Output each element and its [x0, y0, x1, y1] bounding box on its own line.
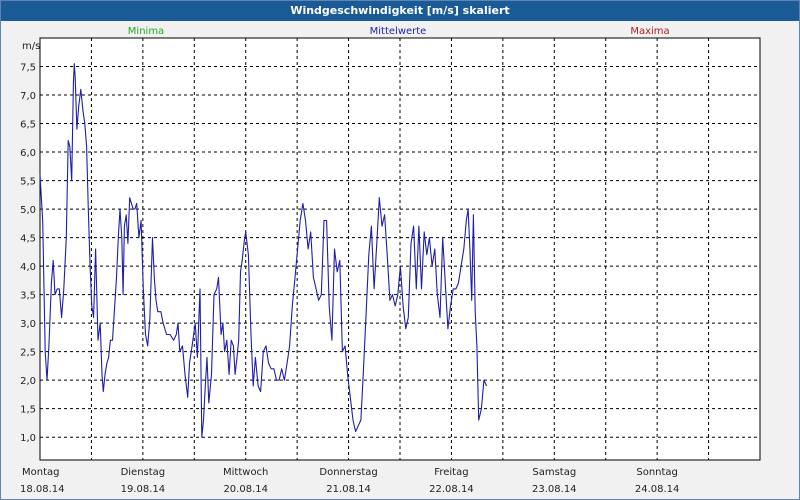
- x-tick-day: Freitag: [434, 467, 468, 478]
- y-tick-label: 7,5: [20, 63, 36, 74]
- y-tick-label: 4,0: [20, 262, 36, 273]
- legend: Minima Mittelwerte Maxima: [128, 26, 670, 37]
- y-tick-label: 7,0: [20, 91, 36, 102]
- x-tick-date: 18.08.14: [20, 484, 65, 495]
- x-tick-day: Mittwoch: [223, 467, 268, 478]
- x-tick-labels: Montag 18.08.14 Dienstag 19.08.14 Mittwoch 20…: [20, 467, 679, 495]
- y-tick-label: 6,0: [20, 148, 36, 159]
- y-tick-label: 3,0: [20, 319, 36, 330]
- x-tick-date: 24.08.14: [635, 484, 680, 495]
- x-tick-date: 20.08.14: [223, 484, 268, 495]
- y-tick-label: 6,5: [20, 120, 36, 131]
- y-tick-label: 5,5: [20, 177, 36, 188]
- y-tick-labels: 1,0 1,5 2,0 2,5 3,0 3,5 4,0 4,5 5,0 5,5 6,0 6,5 7,0 7…: [20, 63, 36, 445]
- y-axis-label: m/s: [22, 41, 40, 52]
- x-tick-date: 21.08.14: [326, 484, 371, 495]
- chart-canvas: 1,0 1,5 2,0 2,5 3,0 3,5 4,0 4,5 5,0 5,5 6,0 6,5 7,0 7…: [20, 26, 761, 495]
- y-tick-label: 3,5: [20, 291, 36, 302]
- legend-entry: Maxima: [630, 26, 669, 37]
- x-tick-day: Sonntag: [636, 467, 678, 478]
- y-tick-label: 1,5: [20, 405, 36, 416]
- y-tick-label: 4,5: [20, 234, 36, 245]
- x-tick-date: 22.08.14: [429, 484, 474, 495]
- legend-entry: Mittelwerte: [370, 26, 427, 37]
- legend-entry: Minima: [128, 26, 164, 37]
- x-tick-day: Montag: [22, 467, 59, 478]
- x-tick-date: 23.08.14: [532, 484, 577, 495]
- x-tick-date: 19.08.14: [121, 484, 166, 495]
- y-tick-label: 2,0: [20, 376, 36, 387]
- y-tick-label: 1,0: [20, 433, 36, 444]
- x-tick-day: Dienstag: [121, 467, 166, 478]
- y-tick-label: 5,0: [20, 205, 36, 216]
- x-tick-day: Donnerstag: [319, 467, 377, 478]
- y-tick-label: 2,5: [20, 348, 36, 359]
- x-tick-day: Samstag: [532, 467, 576, 478]
